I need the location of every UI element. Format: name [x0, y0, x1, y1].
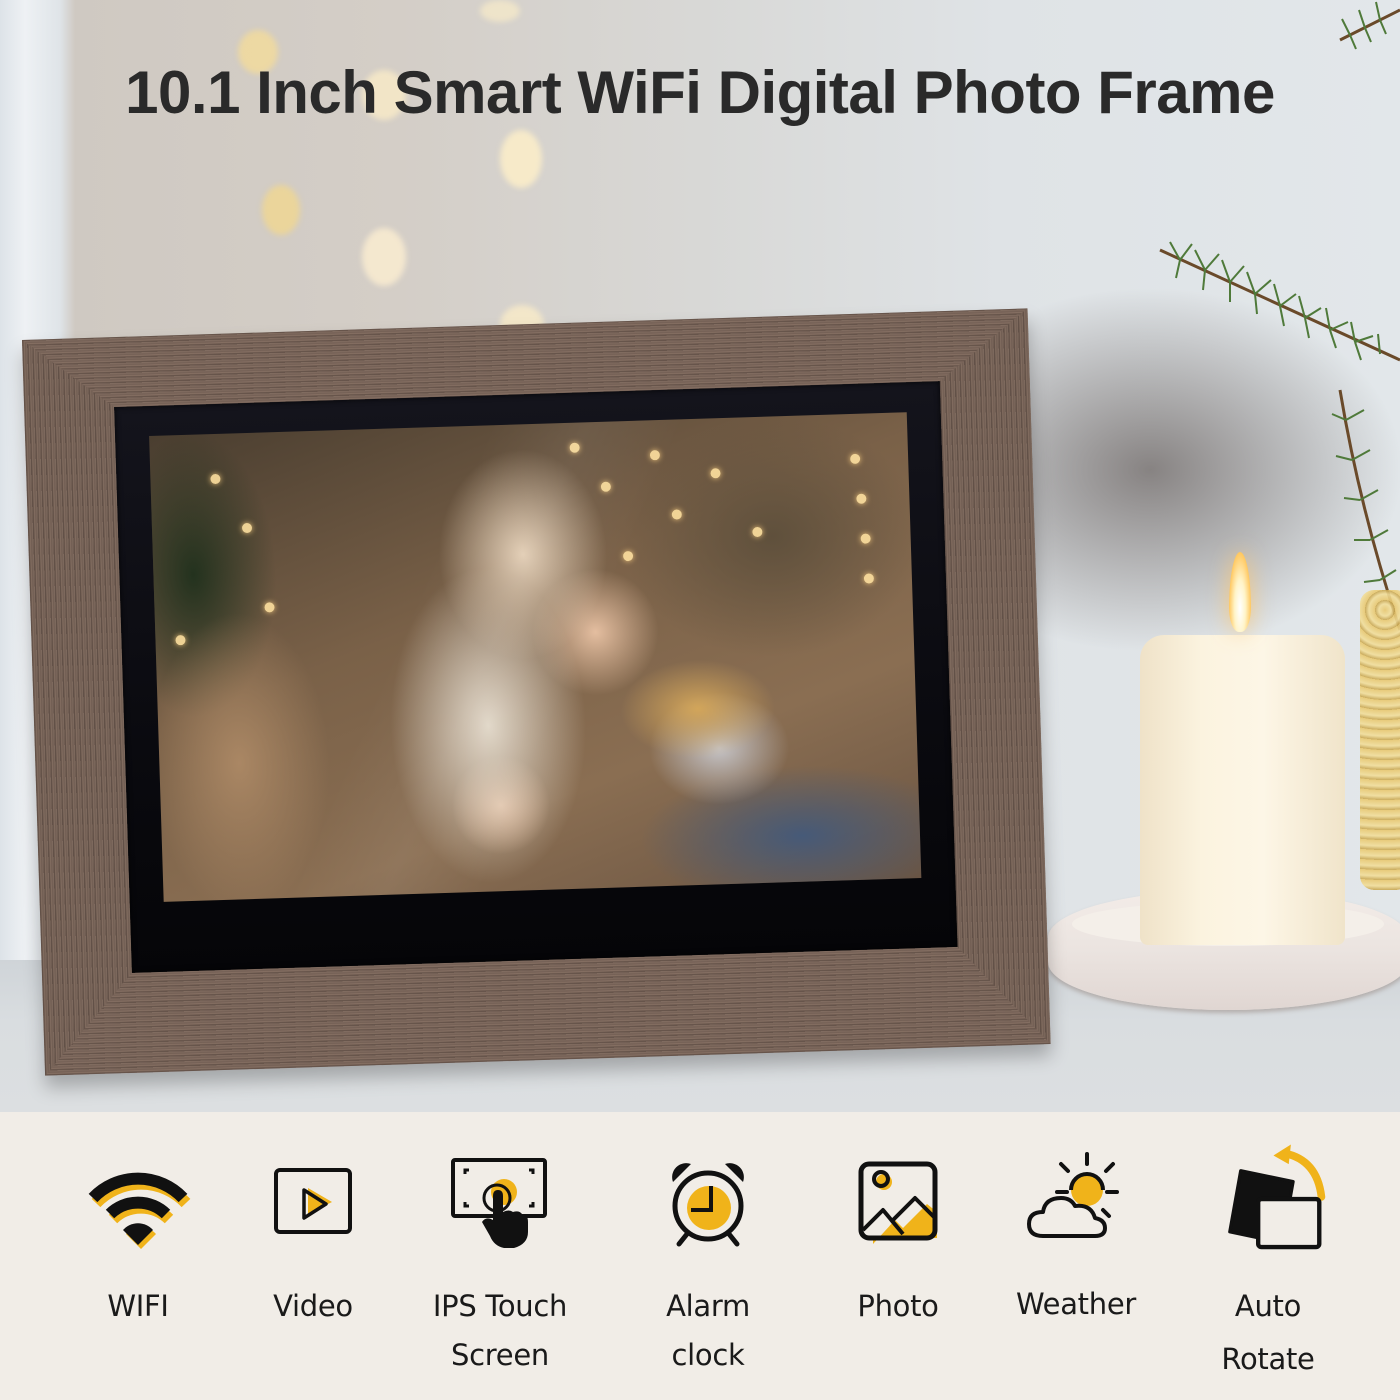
frame-black-bezel [114, 381, 958, 973]
product-scene [0, 0, 1400, 1112]
photo-frame-device [22, 308, 1051, 1076]
feature-label: Alarm clock [666, 1289, 750, 1372]
frame-display-photo[interactable] [149, 412, 922, 902]
feature-label: Weather [1015, 1287, 1136, 1321]
feature-video: Video [223, 1112, 403, 1400]
feature-ips-touch-screen: IPS Touch Screen [410, 1112, 590, 1400]
alarm-clock-icon [672, 1163, 744, 1247]
candle-wax [1140, 635, 1345, 945]
page-title: 10.1 Inch Smart WiFi Digital Photo Frame [125, 59, 1275, 126]
feature-label: Auto Rotate [1221, 1289, 1315, 1376]
feature-weather: Weather [986, 1112, 1166, 1400]
screen-glare [149, 412, 922, 902]
feature-label: Video [273, 1289, 353, 1323]
feature-auto-rotate: Auto Rotate [1178, 1112, 1358, 1400]
video-play-icon [274, 1168, 352, 1234]
candle-flame [1229, 552, 1251, 632]
bokeh-light [480, 0, 520, 22]
bokeh-light [362, 228, 406, 286]
feature-alarm-clock: Alarm clock [618, 1112, 798, 1400]
feature-label: Photo [857, 1289, 939, 1323]
photo-icon [858, 1161, 938, 1244]
touch-screen-icon [451, 1158, 547, 1248]
bokeh-light [262, 185, 300, 235]
feature-wifi: WIFI [48, 1112, 228, 1400]
wifi-icon [88, 1172, 191, 1249]
weather-icon [1027, 1152, 1119, 1238]
candle [1048, 550, 1400, 1010]
feature-label: IPS Touch Screen [432, 1289, 568, 1372]
feature-strip: WIFI Video IPS Touch Screen Alarm clock … [0, 1112, 1400, 1400]
bokeh-light [500, 130, 542, 188]
feature-photo: Photo [808, 1112, 988, 1400]
feature-label: WIFI [107, 1289, 169, 1323]
auto-rotate-icon [1228, 1144, 1326, 1250]
